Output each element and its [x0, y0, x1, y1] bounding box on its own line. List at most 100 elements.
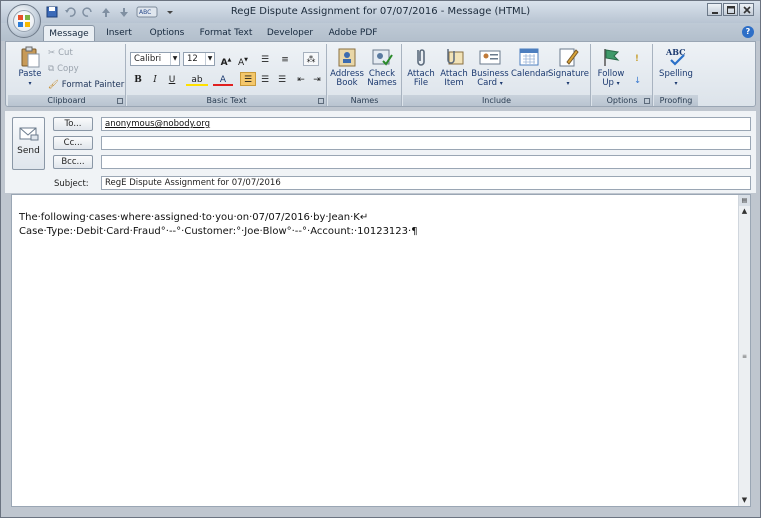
styles-icon[interactable]: ⁂: [303, 52, 319, 66]
ribbon: Paste ▾ ✂ Cut ⧉ Copy 🖌 Format Painter Clipbo…: [5, 41, 756, 107]
font-name-select[interactable]: Calibri ▼: [130, 52, 180, 66]
calendar-button[interactable]: Calendar: [511, 46, 549, 79]
to-field[interactable]: anonymous@nobody.org: [101, 117, 751, 131]
signature-label: Signature: [548, 69, 590, 79]
paste-label: Paste: [18, 69, 42, 79]
names-group-label: Names: [328, 95, 401, 106]
title-bar: ABC RegE Dispute Assignment for 07/07/20…: [1, 1, 760, 23]
window-controls: [707, 3, 754, 16]
grow-font-button[interactable]: A▲: [218, 52, 234, 68]
cc-field[interactable]: [101, 136, 751, 150]
copy-button[interactable]: ⧉ Copy: [48, 62, 79, 76]
names-group: Address Book Check Names Names: [328, 44, 402, 106]
send-button[interactable]: Send: [12, 117, 45, 170]
attach-file-button[interactable]: Attach File: [405, 46, 437, 88]
scroll-thumb[interactable]: ≡: [740, 353, 749, 361]
help-icon[interactable]: ?: [742, 26, 754, 38]
clipboard-dialog-launcher[interactable]: [117, 98, 123, 104]
subject-field[interactable]: RegE Dispute Assignment for 07/07/2016: [101, 176, 751, 190]
scroll-up-icon[interactable]: ▲: [739, 206, 750, 217]
ruler-toggle-icon[interactable]: ▤: [739, 195, 750, 206]
minimize-icon[interactable]: [707, 3, 722, 16]
bcc-field[interactable]: [101, 155, 751, 169]
font-name-value: Calibri: [134, 54, 162, 64]
message-body[interactable]: The·following·cases·where·assigned·to·yo…: [11, 194, 751, 507]
business-card-icon: [479, 46, 501, 68]
paperclip-icon: [410, 46, 432, 68]
check-names-button[interactable]: Check Names: [365, 46, 399, 88]
cut-button[interactable]: ✂ Cut: [48, 46, 73, 60]
tab-format-text[interactable]: Format Text: [198, 25, 254, 41]
check-names-label-2: Names: [367, 78, 397, 88]
scroll-down-icon[interactable]: ▼: [739, 495, 750, 506]
to-button[interactable]: To...: [53, 117, 93, 131]
spelling-icon: ABC: [665, 46, 687, 68]
scissors-icon: ✂: [48, 48, 56, 58]
font-color-icon[interactable]: A: [212, 72, 234, 86]
format-painter-label: Format Painter: [61, 80, 125, 90]
address-book-label-2: Book: [336, 78, 358, 88]
follow-up-button[interactable]: Follow Up ▾: [594, 46, 628, 88]
calendar-icon: [518, 46, 540, 68]
vertical-scrollbar[interactable]: ▤ ▲ ≡ ▼: [738, 195, 750, 506]
basic-text-group: Calibri ▼ 12 ▼ A▲ A▼ ☰ ≡ ⁂ B I U ab A ☰ ☰ …: [127, 44, 327, 106]
options-dialog-launcher[interactable]: [644, 98, 650, 104]
attach-item-icon: [443, 46, 465, 68]
attach-item-label-2: Item: [444, 78, 464, 88]
increase-indent-icon[interactable]: ⇥: [309, 72, 325, 86]
clipboard-group: Paste ▾ ✂ Cut ⧉ Copy 🖌 Format Painter Clipbo…: [8, 44, 126, 106]
business-card-button[interactable]: Business Card ▾: [471, 46, 509, 88]
send-envelope-icon: [19, 126, 39, 142]
align-right-icon[interactable]: ☰: [274, 72, 290, 86]
signature-button[interactable]: Signature ▾: [548, 46, 590, 88]
close-icon[interactable]: [739, 3, 754, 16]
maximize-icon[interactable]: [723, 3, 738, 16]
font-size-select[interactable]: 12 ▼: [183, 52, 215, 66]
attach-item-button[interactable]: Attach Item: [438, 46, 470, 88]
follow-up-label-2: Up ▾: [602, 78, 620, 88]
send-label: Send: [17, 146, 40, 156]
clipboard-icon: [19, 46, 41, 68]
bold-button[interactable]: B: [130, 72, 146, 86]
subject-label: Subject:: [54, 179, 89, 189]
message-body-text[interactable]: The·following·cases·where·assigned·to·yo…: [19, 211, 418, 239]
paste-button[interactable]: Paste ▾: [12, 46, 48, 88]
align-left-icon[interactable]: ☰: [240, 72, 256, 86]
spelling-button[interactable]: ABC Spelling ▾: [656, 46, 696, 88]
options-group-label: Options: [592, 95, 652, 106]
low-importance-icon[interactable]: ↓: [634, 74, 641, 88]
outlook-message-window: ABC RegE Dispute Assignment for 07/07/20…: [0, 0, 761, 518]
tab-options[interactable]: Options: [146, 25, 188, 41]
underline-button[interactable]: U: [164, 72, 180, 86]
office-button[interactable]: [7, 4, 41, 38]
cut-label: Cut: [58, 48, 73, 58]
italic-button[interactable]: I: [147, 72, 163, 86]
basic-text-dialog-launcher[interactable]: [318, 98, 324, 104]
copy-label: Copy: [57, 64, 79, 74]
tab-developer[interactable]: Developer: [265, 25, 315, 41]
shrink-font-button[interactable]: A▼: [235, 52, 251, 68]
highlight-color-icon[interactable]: ab: [185, 72, 209, 86]
signature-icon: [557, 46, 579, 68]
cc-button[interactable]: Cc...: [53, 136, 93, 150]
include-group-label: Include: [403, 95, 590, 106]
format-painter-button[interactable]: 🖌 Format Painter: [48, 78, 124, 92]
spelling-label: Spelling: [659, 69, 693, 79]
decrease-indent-icon[interactable]: ⇤: [293, 72, 309, 86]
numbering-icon[interactable]: ≡: [277, 52, 293, 66]
bullets-icon[interactable]: ☰: [257, 52, 273, 66]
tab-insert[interactable]: Insert: [99, 25, 139, 41]
window-title: RegE Dispute Assignment for 07/07/2016 -…: [230, 6, 531, 17]
align-center-icon[interactable]: ☰: [257, 72, 273, 86]
chevron-down-icon: ▼: [205, 53, 214, 65]
address-book-button[interactable]: Address Book: [330, 46, 364, 88]
proofing-group-label: Proofing: [654, 95, 698, 106]
high-importance-icon[interactable]: !: [635, 52, 639, 66]
tab-message[interactable]: Message: [43, 25, 95, 41]
message-header: Send To... anonymous@nobody.org Cc... Bc…: [5, 111, 756, 193]
paintbrush-icon: 🖌: [48, 80, 59, 90]
tab-adobe-pdf[interactable]: Adobe PDF: [325, 25, 381, 41]
bcc-button[interactable]: Bcc...: [53, 155, 93, 169]
business-card-label-2: Card ▾: [477, 78, 503, 88]
ribbon-tabs: Message Insert Options Format Text Devel…: [1, 23, 760, 41]
